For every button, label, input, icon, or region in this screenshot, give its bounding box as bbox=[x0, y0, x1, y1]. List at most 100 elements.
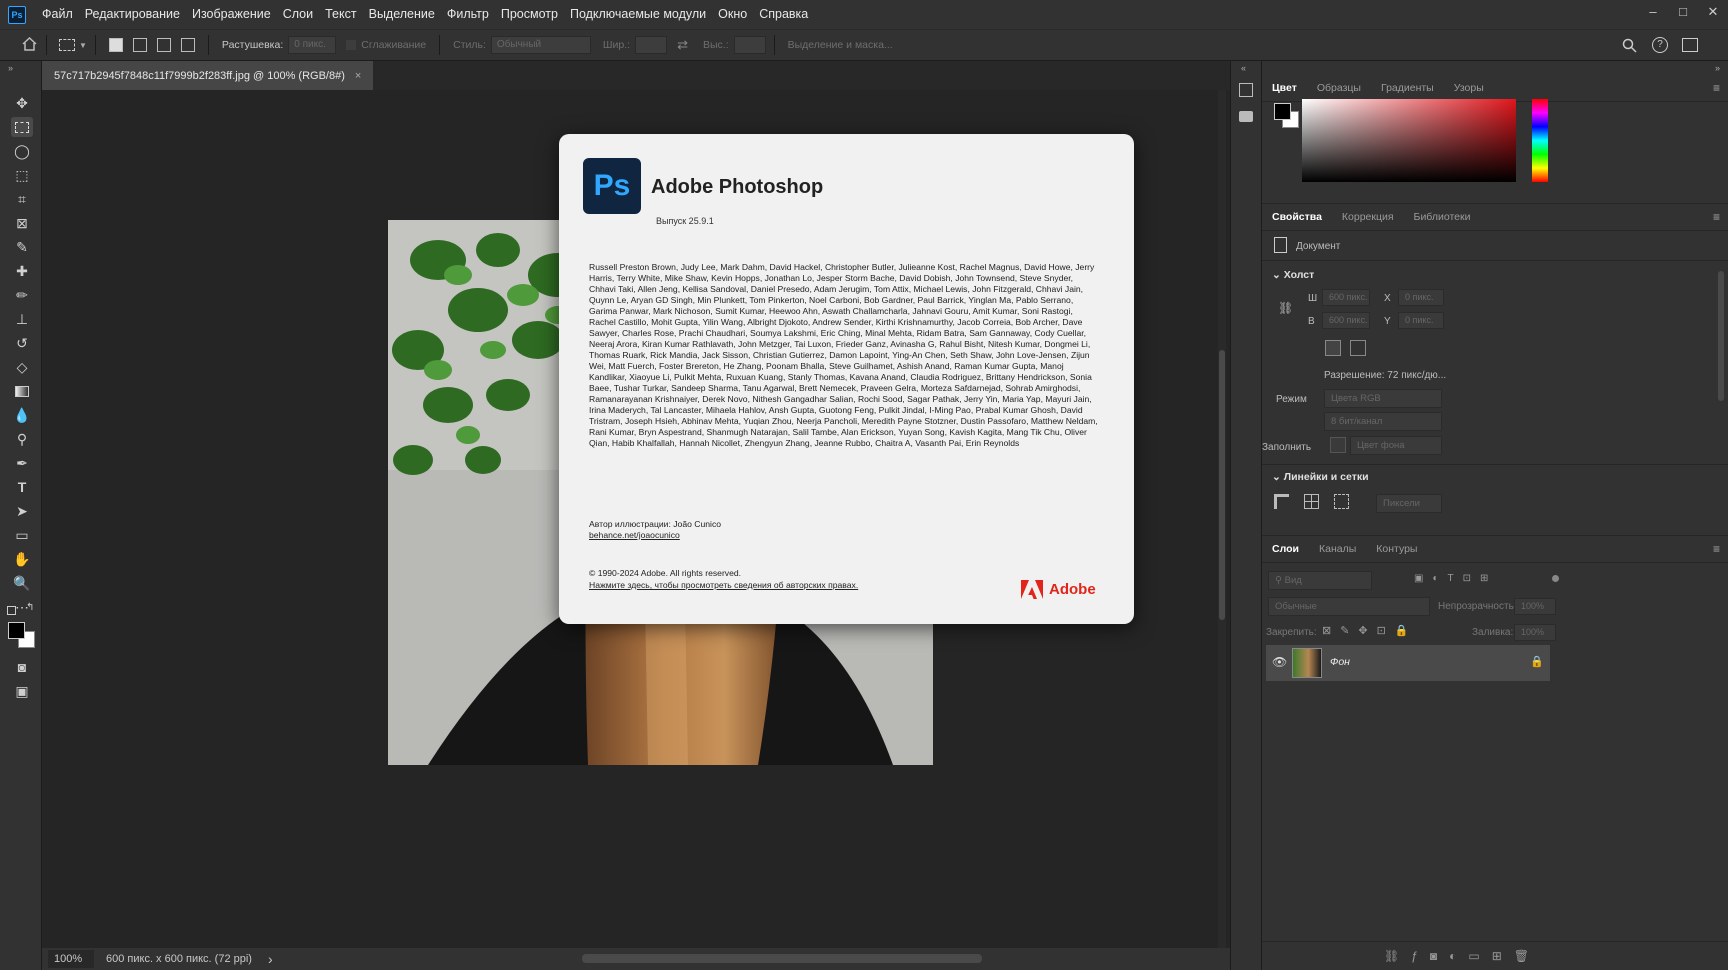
horizontal-scrollbar[interactable] bbox=[582, 954, 982, 963]
hand-tool-icon[interactable]: ✋ bbox=[11, 549, 33, 569]
lasso-tool-icon[interactable]: ◯ bbox=[11, 141, 33, 161]
default-colors-icon[interactable] bbox=[7, 606, 16, 615]
menu-edit[interactable]: Редактирование bbox=[79, 0, 186, 29]
brush-tool-icon[interactable]: ✏ bbox=[11, 285, 33, 305]
gradient-tool-icon[interactable] bbox=[11, 381, 33, 401]
layer-actions-icons[interactable]: ⛓ƒ◙◐▭⊞🗑 bbox=[1384, 949, 1541, 963]
swap-dimensions-icon[interactable]: ⇄ bbox=[677, 37, 688, 53]
marquee-preset-icon[interactable] bbox=[59, 39, 75, 51]
photoshop-logo-icon[interactable]: Ps bbox=[8, 5, 26, 24]
color-mode-select[interactable]: Цвета RGB bbox=[1324, 389, 1442, 408]
close-button[interactable]: ✕ bbox=[1698, 0, 1728, 29]
tab-adjustments[interactable]: Коррекция bbox=[1332, 203, 1404, 231]
style-select[interactable]: Обычный bbox=[490, 36, 591, 54]
feather-input[interactable]: 0 пикс. bbox=[288, 36, 337, 54]
workspace-icon[interactable] bbox=[1682, 38, 1698, 52]
filter-icons[interactable]: ▣◐T⊡⊞ bbox=[1414, 573, 1497, 584]
menu-filter[interactable]: Фильтр bbox=[441, 0, 495, 29]
history-brush-tool-icon[interactable]: ↺ bbox=[11, 333, 33, 353]
antialias-checkbox[interactable] bbox=[346, 40, 357, 50]
menu-help[interactable]: Справка bbox=[753, 0, 814, 29]
visibility-eye-icon[interactable]: 👁 bbox=[1272, 655, 1287, 669]
rulers-icon[interactable] bbox=[1274, 494, 1289, 509]
menu-plugins[interactable]: Подключаемые модули bbox=[564, 0, 712, 29]
canvas-area[interactable]: Ps Adobe Photoshop Выпуск 25.9.1 Russell… bbox=[42, 90, 1230, 948]
clone-stamp-tool-icon[interactable]: ⊥ bbox=[11, 309, 33, 329]
rulers-section-header[interactable]: ⌄ Линейки и сетки bbox=[1272, 471, 1369, 483]
lock-icons[interactable]: ⊠✎✥⊡🔒 bbox=[1322, 624, 1418, 637]
search-icon[interactable] bbox=[1622, 38, 1637, 56]
crop-tool-icon[interactable]: ⌗ bbox=[11, 189, 33, 209]
rectangle-tool-icon[interactable]: ▭ bbox=[11, 525, 33, 545]
canvas-x-input[interactable]: 0 пикс. bbox=[1398, 289, 1444, 306]
frame-tool-icon[interactable]: ⊠ bbox=[11, 213, 33, 233]
guides-icon[interactable] bbox=[1334, 494, 1349, 509]
opacity-input[interactable]: 100% bbox=[1514, 598, 1556, 615]
tab-layers[interactable]: Слои bbox=[1262, 535, 1309, 563]
tab-properties[interactable]: Свойства bbox=[1262, 203, 1332, 231]
type-tool-icon[interactable]: T bbox=[11, 477, 33, 497]
tab-paths[interactable]: Контуры bbox=[1366, 535, 1427, 563]
vertical-scrollbar[interactable] bbox=[1218, 90, 1226, 948]
width-input[interactable] bbox=[635, 36, 668, 54]
move-tool-icon[interactable]: ✥ bbox=[11, 93, 33, 113]
tab-color[interactable]: Цвет bbox=[1262, 74, 1307, 102]
home-icon[interactable] bbox=[22, 36, 38, 54]
hue-slider[interactable] bbox=[1532, 99, 1548, 182]
menu-file[interactable]: Файл bbox=[36, 0, 79, 29]
tab-channels[interactable]: Каналы bbox=[1309, 535, 1366, 563]
bit-depth-select[interactable]: 8 бит/канал bbox=[1324, 412, 1442, 431]
comments-panel-icon[interactable] bbox=[1239, 111, 1253, 122]
menu-select[interactable]: Выделение bbox=[363, 0, 441, 29]
eyedropper-tool-icon[interactable]: ✎ bbox=[11, 237, 33, 257]
panel-menu-icon[interactable]: ≡ bbox=[1713, 210, 1720, 224]
blend-mode-select[interactable]: Обычные bbox=[1268, 597, 1430, 616]
menu-type[interactable]: Текст bbox=[319, 0, 362, 29]
tab-gradients[interactable]: Градиенты bbox=[1371, 74, 1444, 102]
pen-tool-icon[interactable]: ✒ bbox=[11, 453, 33, 473]
subtract-selection-icon[interactable] bbox=[156, 38, 171, 52]
eraser-tool-icon[interactable]: ◇ bbox=[11, 357, 33, 377]
collapse-icon[interactable]: « bbox=[1241, 63, 1246, 73]
units-select[interactable]: Пиксели bbox=[1376, 494, 1442, 513]
properties-scrollbar[interactable] bbox=[1718, 271, 1724, 401]
tab-patterns[interactable]: Узоры bbox=[1444, 74, 1494, 102]
chevron-down-icon[interactable]: ▼ bbox=[79, 41, 87, 50]
dodge-tool-icon[interactable]: ⚲ bbox=[11, 429, 33, 449]
screen-mode-icon[interactable]: ▣ bbox=[11, 681, 33, 701]
canvas-height-input[interactable]: 600 пикс. bbox=[1322, 312, 1370, 329]
canvas-width-input[interactable]: 600 пикс. bbox=[1322, 289, 1370, 306]
filter-toggle[interactable] bbox=[1552, 575, 1559, 582]
illustration-link[interactable]: behance.net/joaocunico bbox=[589, 530, 680, 540]
intersect-selection-icon[interactable] bbox=[180, 38, 195, 52]
history-panel-icon[interactable] bbox=[1239, 83, 1253, 97]
close-tab-icon[interactable]: × bbox=[355, 70, 361, 82]
swap-colors-icon[interactable]: ↰ bbox=[26, 602, 34, 613]
panel-menu-icon[interactable]: ≡ bbox=[1713, 81, 1720, 95]
color-field[interactable] bbox=[1302, 99, 1516, 182]
zoom-level[interactable]: 100% bbox=[48, 950, 94, 968]
menu-layer[interactable]: Слои bbox=[277, 0, 319, 29]
object-selection-tool-icon[interactable]: ⬚ bbox=[11, 165, 33, 185]
expand-icon[interactable]: » bbox=[8, 63, 13, 73]
quick-mask-icon[interactable]: ◙ bbox=[11, 657, 33, 677]
menu-view[interactable]: Просмотр bbox=[495, 0, 564, 29]
rectangle-marquee-tool-icon[interactable] bbox=[11, 117, 33, 137]
document-tab[interactable]: 57c717b2945f7848c11f7999b2f283ff.jpg @ 1… bbox=[42, 61, 374, 90]
blur-tool-icon[interactable]: 💧 bbox=[11, 405, 33, 425]
tab-libraries[interactable]: Библиотеки bbox=[1404, 203, 1481, 231]
tab-swatches[interactable]: Образцы bbox=[1307, 74, 1371, 102]
panel-menu-icon[interactable]: ≡ bbox=[1713, 542, 1720, 556]
help-icon[interactable]: ? bbox=[1652, 37, 1668, 53]
menu-image[interactable]: Изображение bbox=[186, 0, 277, 29]
foreground-color-swatch[interactable] bbox=[8, 622, 25, 639]
about-dialog[interactable]: Ps Adobe Photoshop Выпуск 25.9.1 Russell… bbox=[559, 134, 1134, 624]
expand-right-icon[interactable]: » bbox=[1715, 63, 1720, 73]
new-selection-icon[interactable] bbox=[108, 38, 123, 52]
healing-brush-tool-icon[interactable]: ✚ bbox=[11, 261, 33, 281]
height-input[interactable] bbox=[733, 36, 766, 54]
fill-opacity-input[interactable]: 100% bbox=[1514, 624, 1556, 641]
select-and-mask-button[interactable]: Выделение и маска... bbox=[788, 39, 893, 51]
layer-row[interactable]: 👁 Фон 🔒 bbox=[1266, 645, 1550, 681]
portrait-orientation-icon[interactable] bbox=[1325, 340, 1341, 356]
